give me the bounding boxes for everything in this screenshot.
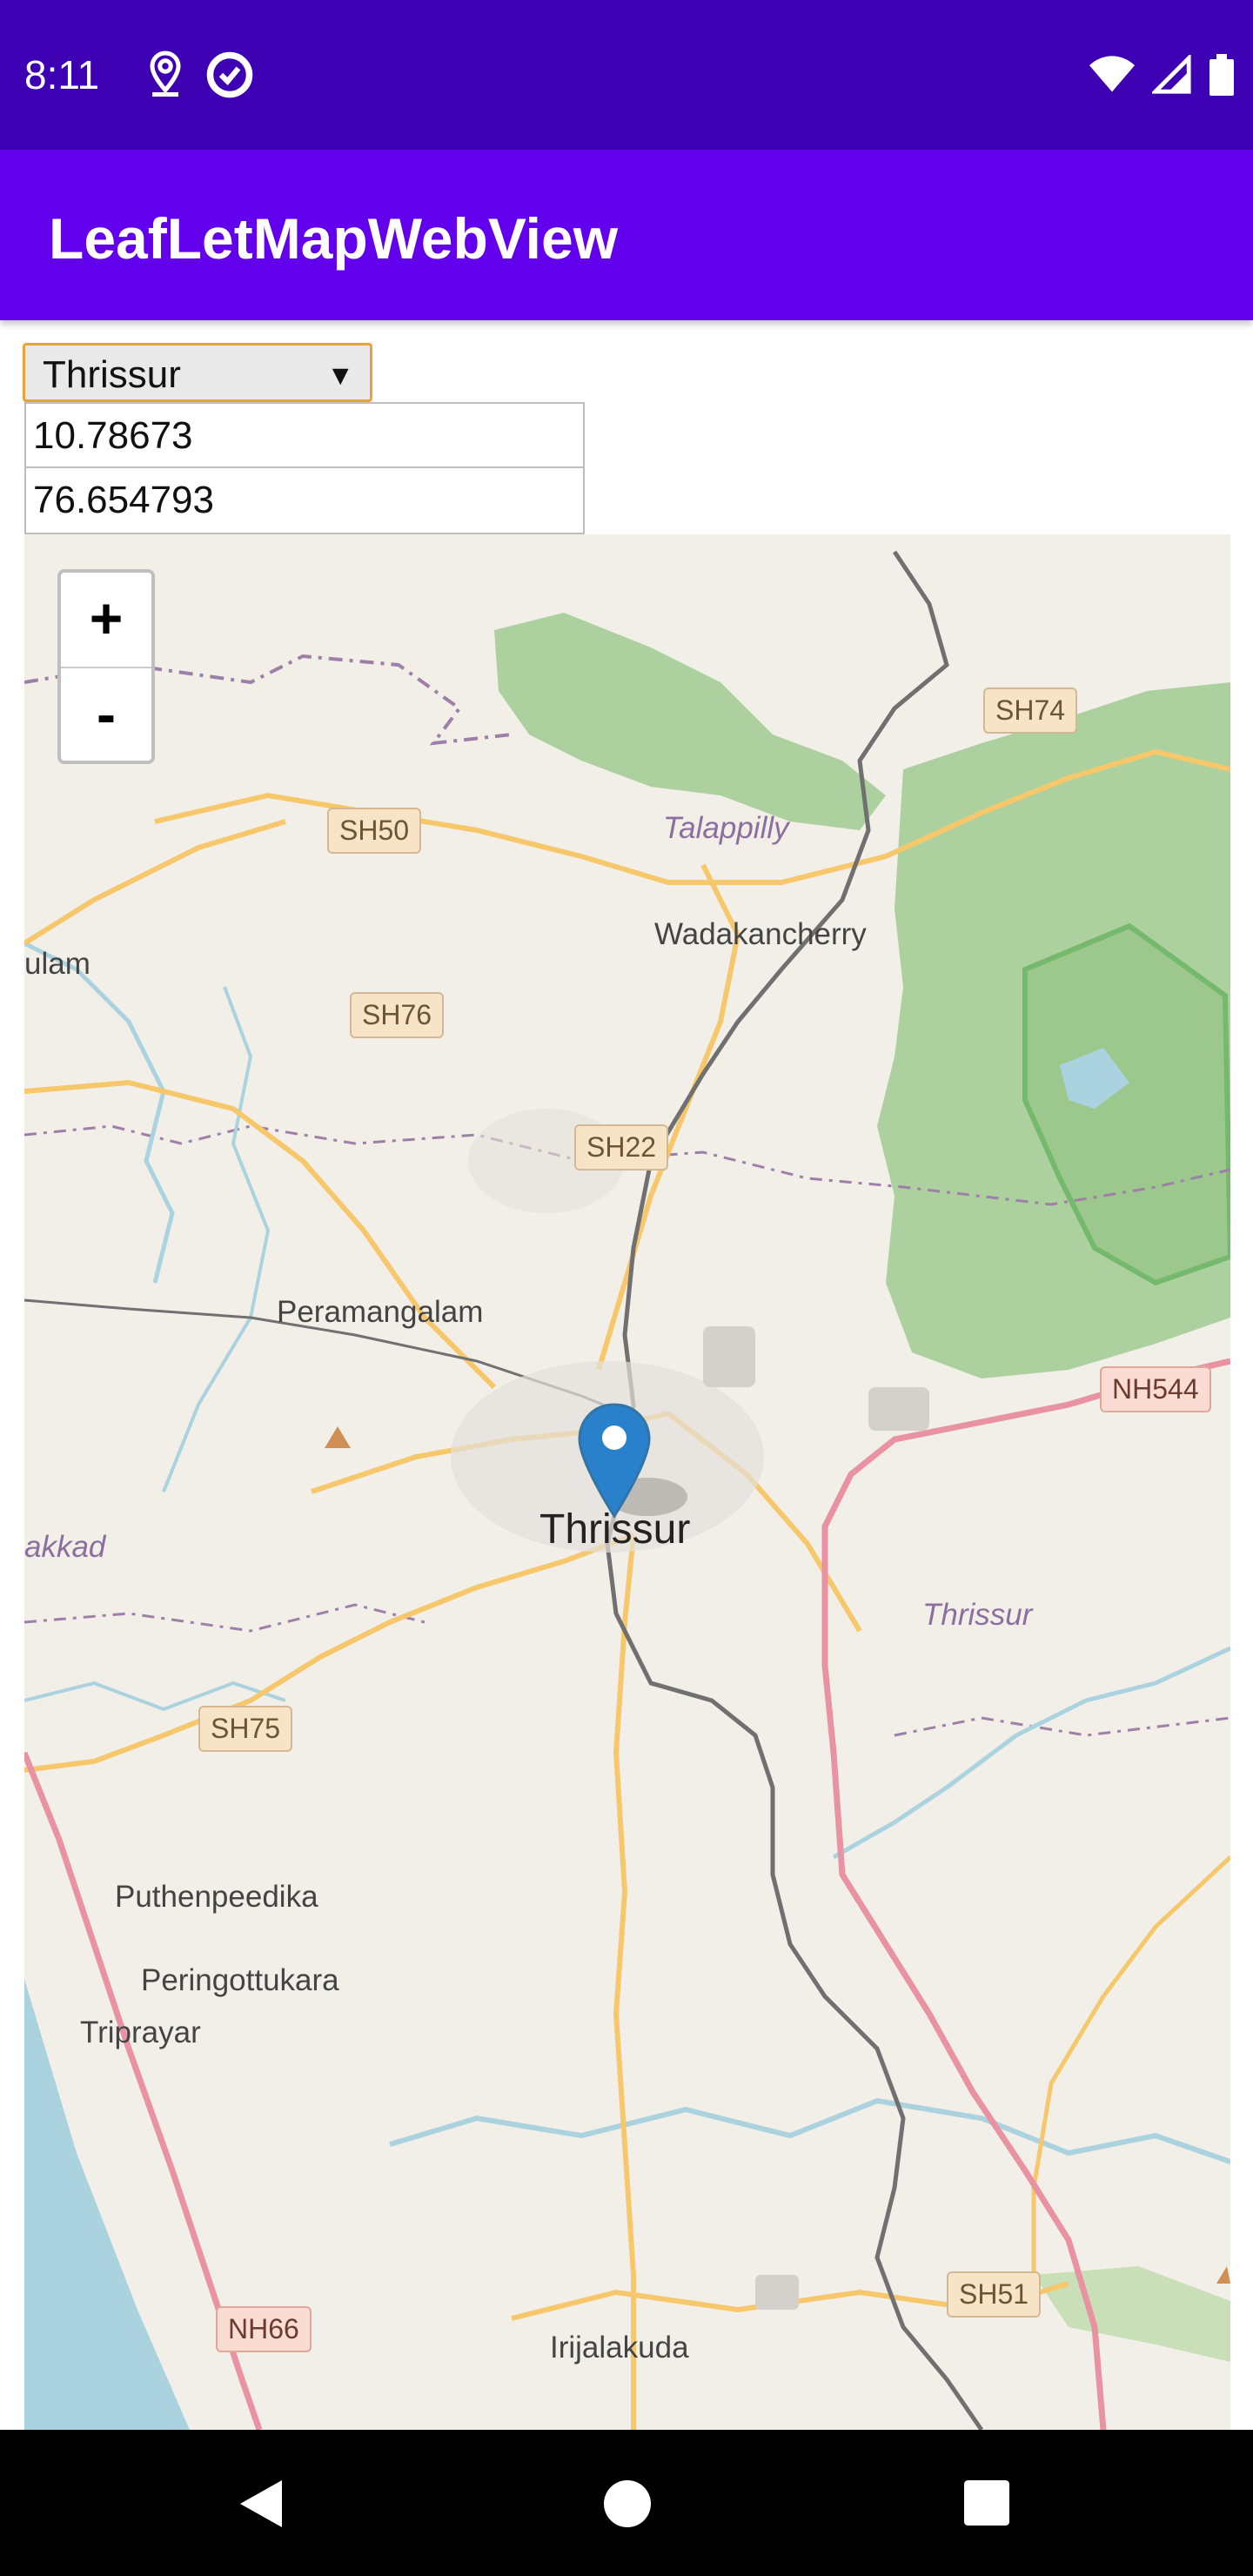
longitude-value: 76.654793 [33,479,214,521]
location-icon [150,50,181,97]
road-shield: SH22 [574,1124,669,1171]
road-shield: SH50 [327,808,422,854]
road-shield: NH66 [216,2306,312,2352]
latitude-field[interactable]: 10.78673 [24,402,585,468]
longitude-field[interactable]: 76.654793 [24,468,585,534]
road-shield: SH76 [350,992,445,1038]
road-shield: SH75 [198,1706,293,1752]
place-label: Irijalakuda [550,2331,689,2365]
home-icon[interactable] [604,2480,651,2527]
zoom-in-button[interactable]: + [61,573,151,667]
zoom-control: + - [57,569,155,764]
city-select[interactable]: Thrissur ▼ [23,343,372,402]
place-label: Puthenpeedika [115,1880,318,1914]
leaflet-map[interactable]: + - Talappilly Wadakancherry ulam Perama… [24,534,1230,2430]
zoom-out-button[interactable]: - [61,667,151,762]
app-bar: LeafLetMapWebView [0,150,1253,320]
place-label: Peramangalam [277,1295,484,1329]
wifi-icon [1089,56,1135,92]
place-label: akkad [24,1530,106,1564]
data-saver-icon [206,51,253,98]
recents-icon[interactable] [964,2480,1009,2526]
dropdown-arrow-icon: ▼ [326,359,354,391]
battery-icon [1209,54,1234,96]
navigation-bar [0,2430,1253,2576]
road-shield: SH74 [983,688,1078,734]
road-shield: SH51 [947,2271,1042,2318]
place-label: Talappilly [663,811,789,845]
place-label: Peringottukara [141,1963,339,1997]
back-icon[interactable] [237,2477,285,2531]
place-label: Wadakancherry [654,917,867,951]
place-label: Triprayar [80,2016,201,2049]
city-select-value: Thrissur [43,353,181,396]
signal-icon [1152,55,1191,94]
place-label: ulam [24,947,90,981]
status-bar: 8:11 [0,0,1253,150]
place-label: Thrissur [922,1598,1033,1632]
clock: 8:11 [24,52,100,97]
map-marker-icon[interactable] [578,1401,700,1532]
latitude-value: 10.78673 [33,414,193,457]
app-title: LeafLetMapWebView [49,206,619,271]
road-shield: NH544 [1100,1366,1211,1412]
